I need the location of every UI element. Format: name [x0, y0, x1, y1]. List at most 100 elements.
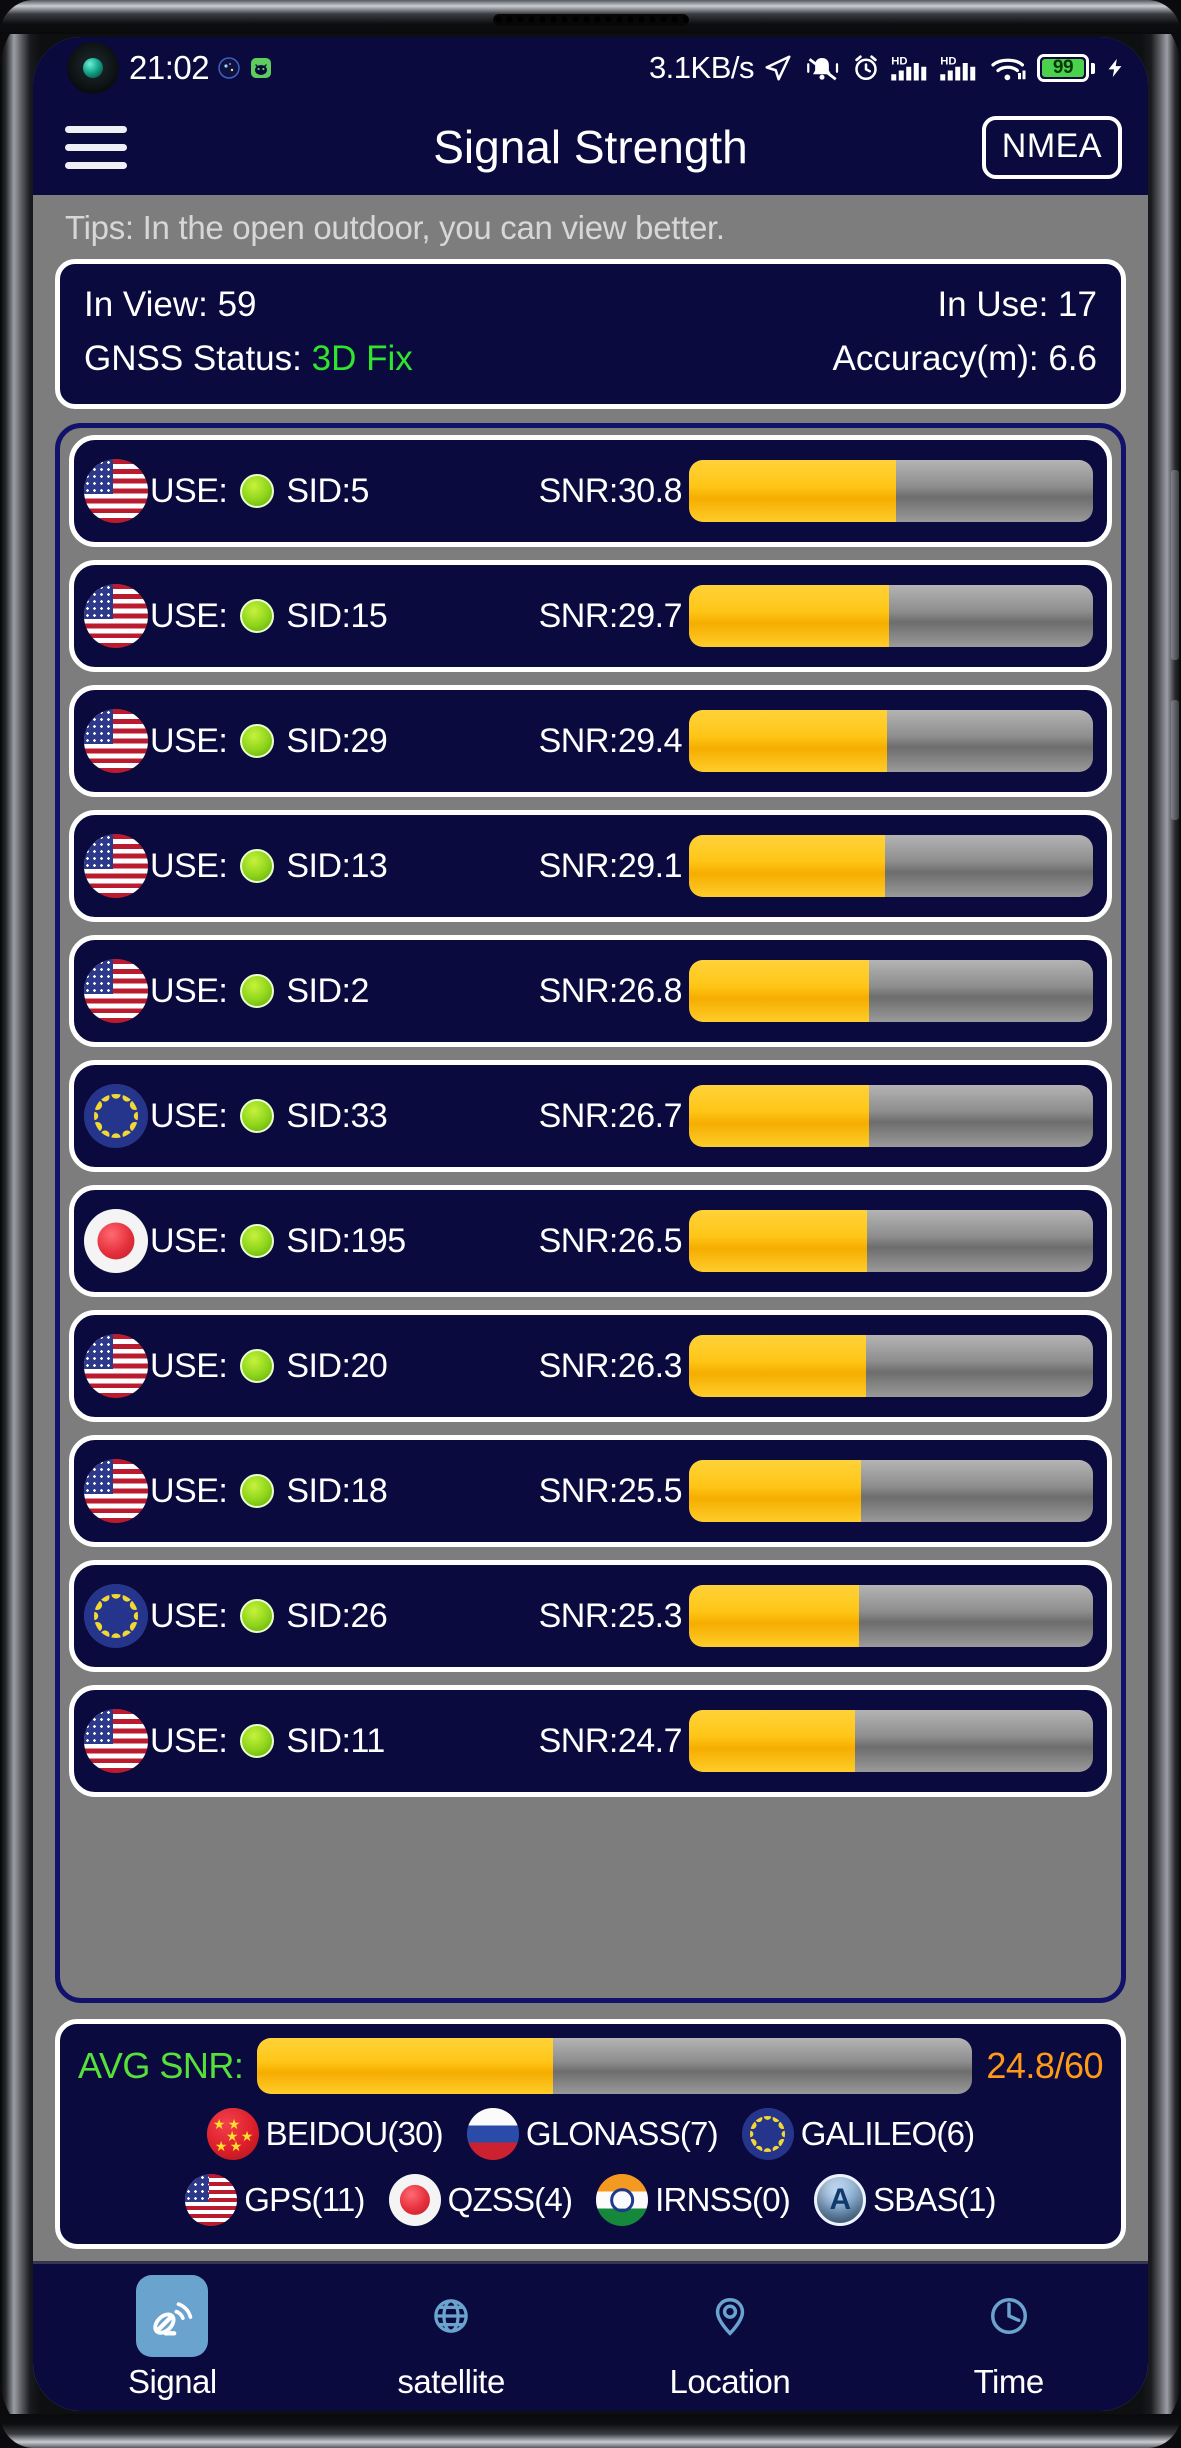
satellite-snr-bar-fill [689, 1710, 856, 1772]
svg-text:HD: HD [940, 55, 956, 67]
volume-button[interactable] [1171, 470, 1179, 660]
page-title: Signal Strength [433, 121, 748, 173]
constellation-row-1: BEIDOU(30) GLONASS(7) GALILEO(6) [78, 2108, 1103, 2160]
constellation-label: GLONASS(7) [525, 2115, 719, 2152]
satellite-sid-label: SID:26 [286, 1596, 388, 1635]
satellite-row[interactable]: USE: SID:15 SNR:29.7 [69, 560, 1112, 672]
constellation-item: GPS(11) [185, 2174, 365, 2226]
satellite-snr-bar [689, 1460, 1093, 1522]
phone-frame: 21:02 3.1KB/s HD HD 99 Signal Strength N… [0, 0, 1181, 2448]
nav-item-label: Signal [128, 2362, 217, 2400]
satellite-row[interactable]: USE: SID:18 SNR:25.5 [69, 1435, 1112, 1547]
satellite-row[interactable]: USE: SID:5 SNR:30.8 [69, 435, 1112, 547]
galaxy-app-icon [218, 57, 240, 79]
satellite-in-use-indicator [240, 474, 275, 508]
flag-us-icon [84, 1459, 148, 1523]
satellite-snr-label: SNR:29.4 [538, 721, 683, 760]
satellite-snr-bar [689, 1710, 1093, 1772]
satellite-row[interactable]: USE: SID:2 SNR:26.8 [69, 935, 1112, 1047]
info-row-status: GNSS Status: 3D Fix Accuracy(m): 6.6 [82, 332, 1099, 386]
satellite-sid-label: SID:15 [286, 596, 388, 635]
avg-snr-row: AVG SNR: 24.8/60 [78, 2038, 1103, 2094]
satellite-snr-label: SNR:26.3 [538, 1346, 683, 1385]
flag-us-icon [84, 584, 148, 648]
flag-in-icon [596, 2174, 649, 2226]
constellation-label: IRNSS(0) [655, 2181, 791, 2218]
constellation-item: GALILEO(6) [741, 2108, 975, 2160]
phone-bottom-bezel [0, 2414, 1181, 2448]
earpiece-speaker [492, 14, 689, 26]
nmea-button[interactable]: NMEA [981, 115, 1122, 179]
hd-signal-1-icon: HD [891, 55, 927, 81]
accuracy-label: Accuracy(m): 6.6 [832, 339, 1098, 378]
nav-item-location[interactable]: Location [591, 2275, 870, 2401]
satellite-in-use-indicator [240, 1224, 275, 1258]
satellite-snr-bar [689, 460, 1093, 522]
status-clock: 21:02 [129, 49, 210, 86]
flag-us-icon [84, 459, 148, 523]
hamburger-menu-icon[interactable] [59, 122, 133, 173]
flag-cn-icon [206, 2108, 259, 2160]
power-button[interactable] [1171, 700, 1179, 820]
satellite-sid-label: SID:33 [286, 1096, 388, 1135]
gnss-info-card: In View: 59 In Use: 17 GNSS Status: 3D F… [55, 259, 1126, 409]
constellation-item: QZSS(4) [388, 2174, 573, 2226]
phone-screen: 21:02 3.1KB/s HD HD 99 Signal Strength N… [33, 37, 1148, 2411]
satellite-snr-bar-fill [689, 585, 889, 647]
satellite-sid-label: SID:11 [286, 1721, 385, 1760]
satellite-in-use-indicator [240, 599, 275, 633]
satellite-list[interactable]: USE: SID:5 SNR:30.8 USE: SID:15 SNR:29.7 USE: S… [55, 423, 1126, 2003]
gnss-status-value: 3D Fix [311, 339, 413, 378]
hd-signal-2-icon: HD [940, 55, 976, 81]
satellite-row[interactable]: USE: SID:11 SNR:24.7 [69, 1685, 1112, 1797]
flag-eu-icon [84, 1584, 148, 1648]
signal-antenna-icon [136, 2274, 209, 2357]
satellite-snr-bar [689, 1335, 1093, 1397]
constellation-item: A SBAS(1) [813, 2174, 997, 2226]
satellite-snr-label: SNR:29.1 [538, 846, 683, 885]
satellite-sid-label: SID:13 [286, 846, 388, 885]
nav-item-satellite[interactable]: satellite [312, 2275, 591, 2401]
satellite-row[interactable]: USE: SID:195 SNR:26.5 [69, 1185, 1112, 1297]
satellite-snr-label: SNR:26.7 [538, 1096, 683, 1135]
status-bar-right-group: 3.1KB/s HD HD 99 [649, 50, 1126, 86]
satellite-row[interactable]: USE: SID:29 SNR:29.4 [69, 685, 1112, 797]
flag-us-icon [84, 709, 148, 773]
satellite-snr-bar-fill [689, 1210, 868, 1272]
satellite-row[interactable]: USE: SID:33 SNR:26.7 [69, 1060, 1112, 1172]
satellite-snr-label: SNR:25.3 [538, 1596, 683, 1635]
satellite-row[interactable]: USE: SID:26 SNR:25.3 [69, 1560, 1112, 1672]
nav-item-time[interactable]: Time [869, 2275, 1148, 2401]
use-label: USE: [150, 1346, 228, 1385]
constellation-label: SBAS(1) [872, 2181, 997, 2218]
flag-us-icon [84, 959, 148, 1023]
satellite-snr-bar [689, 585, 1093, 647]
satellite-snr-bar [689, 710, 1093, 772]
flag-eu-icon [84, 1084, 148, 1148]
satellite-row[interactable]: USE: SID:20 SNR:26.3 [69, 1310, 1112, 1422]
status-bar: 21:02 3.1KB/s HD HD 99 [33, 37, 1148, 99]
wifi-icon [991, 58, 1026, 81]
satellite-in-use-indicator [240, 849, 275, 883]
satellite-in-use-indicator [240, 1599, 275, 1633]
use-label: USE: [150, 721, 228, 760]
use-label: USE: [150, 1721, 228, 1760]
constellation-row-2: GPS(11) QZSS(4) IRNSS(0) A SBAS(1) [78, 2174, 1103, 2226]
satellite-snr-bar [689, 1085, 1093, 1147]
satellite-row[interactable]: USE: SID:13 SNR:29.1 [69, 810, 1112, 922]
satellite-snr-bar-fill [689, 1460, 861, 1522]
use-label: USE: [150, 1096, 228, 1135]
satellite-in-use-indicator [240, 974, 275, 1008]
tips-text: Tips: In the open outdoor, you can view … [65, 209, 725, 246]
nav-item-signal[interactable]: Signal [33, 2274, 312, 2401]
avg-snr-progress-fill [257, 2038, 553, 2094]
in-use-label: In Use: 17 [937, 285, 1097, 324]
battery-level-text: 99 [1042, 57, 1084, 78]
satellite-snr-bar-fill [689, 835, 885, 897]
satellite-snr-label: SNR:30.8 [538, 471, 683, 510]
satellite-snr-bar [689, 960, 1093, 1022]
constellation-item: BEIDOU(30) [206, 2108, 444, 2160]
nav-item-label: Location [669, 2362, 791, 2400]
use-label: USE: [150, 971, 228, 1010]
use-label: USE: [150, 471, 228, 510]
